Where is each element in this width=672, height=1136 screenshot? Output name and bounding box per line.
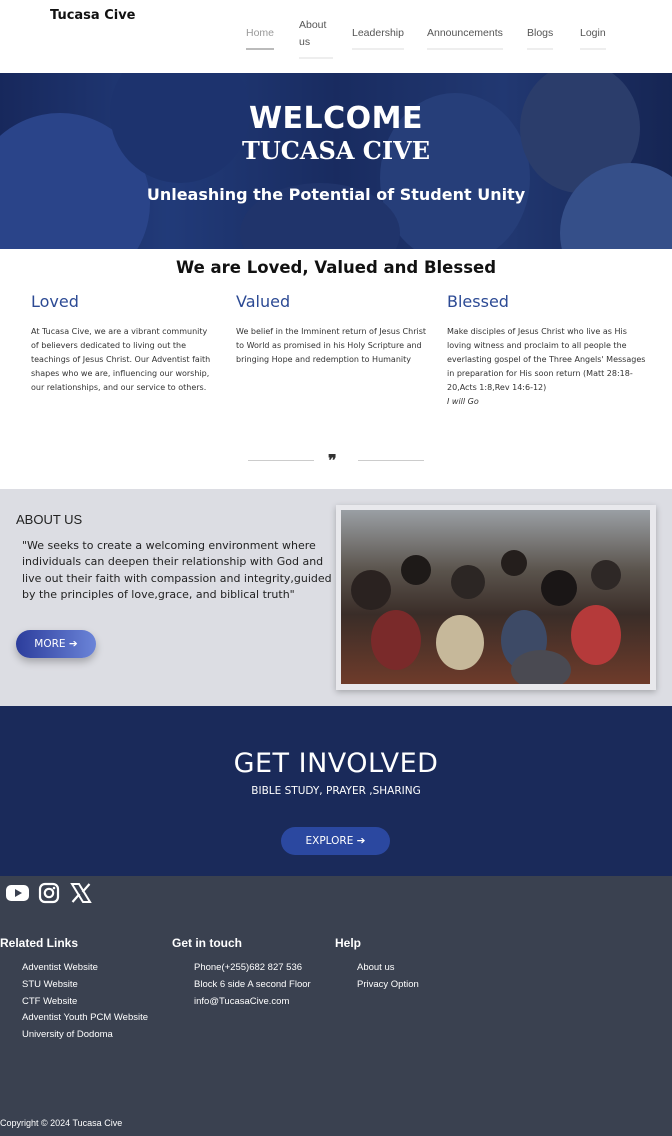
nav-about[interactable]: About us <box>299 17 333 59</box>
nav-about-label: About us <box>299 19 327 48</box>
footer-help: Help About us Privacy Option <box>335 936 419 994</box>
value-text: At Tucasa Cive, we are a vibrant communi… <box>31 327 211 392</box>
congregation-photo <box>341 510 650 684</box>
value-column-valued: Valued We belief in the Imminent return … <box>236 292 432 367</box>
value-column-loved: Loved At Tucasa Cive, we are a vibrant c… <box>31 292 217 395</box>
nav-underline <box>246 48 275 50</box>
divider-line <box>248 460 314 461</box>
nav-leadership-label: Leadership <box>352 27 404 39</box>
footer-heading: Get in touch <box>172 936 242 950</box>
get-involved-subtitle: BIBLE STUDY, PRAYER ,SHARING <box>251 785 421 797</box>
get-involved-title: GET INVOLVED <box>233 748 439 779</box>
about-title: ABOUT US <box>16 512 83 527</box>
social-links <box>6 882 92 904</box>
footer-contact-item[interactable]: info@TucasaCive.com <box>194 994 311 1011</box>
nav-announcements[interactable]: Announcements <box>427 25 503 50</box>
photo-person <box>351 570 391 610</box>
footer-link[interactable]: University of Dodoma <box>22 1027 148 1044</box>
footer-link[interactable]: STU Website <box>22 977 148 994</box>
brand-logo[interactable]: Tucasa Cive <box>50 8 136 23</box>
footer-link[interactable]: Privacy Option <box>357 977 419 994</box>
about-section: ABOUT US "We seeks to create a welcoming… <box>0 489 672 706</box>
value-text: Make disciples of Jesus Christ who live … <box>447 327 646 392</box>
value-italic-note: I will Go <box>447 397 479 406</box>
value-column-blessed: Blessed Make disciples of Jesus Christ w… <box>447 292 647 409</box>
nav-home-label: Home <box>246 27 275 39</box>
hero-title: TUCASA CIVE <box>241 136 431 165</box>
value-heading: Loved <box>31 292 79 311</box>
nav-login[interactable]: Login <box>580 25 606 50</box>
photo-person <box>436 615 484 670</box>
explore-button[interactable]: EXPLORE ➔ <box>281 827 390 855</box>
photo-person <box>511 650 571 684</box>
photo-person <box>371 610 421 670</box>
photo-person <box>451 565 485 599</box>
nav-underline <box>299 57 333 59</box>
values-heading: We are Loved, Valued and Blessed <box>175 258 497 277</box>
footer-heading: Related Links <box>0 936 79 950</box>
nav-login-label: Login <box>580 27 606 39</box>
instagram-icon[interactable] <box>38 882 60 904</box>
footer-related-links: Related Links Adventist Website STU Webs… <box>0 936 148 1044</box>
hero-tagline: Unleashing the Potential of Student Unit… <box>146 185 526 204</box>
nav-leadership[interactable]: Leadership <box>352 25 404 50</box>
footer-link[interactable]: About us <box>357 960 419 977</box>
site-header: Tucasa Cive Home About us Leadership Ann… <box>0 0 672 73</box>
photo-person <box>591 560 621 590</box>
footer-contact-item: Block 6 side A second Floor <box>194 978 311 990</box>
quote-icon: ❞ <box>328 451 337 470</box>
nav-home[interactable]: Home <box>246 25 275 50</box>
footer-link[interactable]: Adventist Website <box>22 960 148 977</box>
nav-blogs[interactable]: Blogs <box>527 25 554 50</box>
photo-person <box>401 555 431 585</box>
hero-welcome: WELCOME <box>248 101 424 136</box>
nav-underline <box>580 48 606 50</box>
site-footer: Related Links Adventist Website STU Webs… <box>0 876 672 1136</box>
footer-link[interactable]: CTF Website <box>22 994 148 1011</box>
footer-contact: Get in touch Phone(+255)682 827 536 Bloc… <box>172 936 311 1010</box>
quote-divider: ❞ <box>248 451 424 470</box>
nav-underline <box>527 48 554 50</box>
more-button[interactable]: MORE ➔ <box>16 630 96 658</box>
youtube-icon[interactable] <box>6 882 29 904</box>
nav-blogs-label: Blogs <box>527 27 554 39</box>
nav-underline <box>427 48 503 50</box>
footer-link[interactable]: Adventist Youth PCM Website <box>22 1010 148 1027</box>
get-involved-section: GET INVOLVED BIBLE STUDY, PRAYER ,SHARIN… <box>0 706 672 876</box>
divider-line <box>358 460 424 461</box>
value-text: We belief in the Imminent return of Jesu… <box>236 327 427 364</box>
copyright-text: Copyright © 2024 Tucasa Cive <box>0 1118 123 1128</box>
photo-person <box>571 605 621 665</box>
value-heading: Valued <box>236 292 291 311</box>
photo-person <box>541 570 577 606</box>
x-icon[interactable] <box>70 882 92 904</box>
footer-heading: Help <box>335 936 362 950</box>
nav-underline <box>352 48 404 50</box>
value-heading: Blessed <box>447 292 509 311</box>
hero-banner: WELCOME TUCASA CIVE Unleashing the Poten… <box>0 73 672 249</box>
nav-announcements-label: Announcements <box>427 27 503 39</box>
about-photo-frame <box>336 505 656 690</box>
footer-contact-item: Phone(+255)682 827 536 <box>194 962 303 973</box>
about-text: "We seeks to create a welcoming environm… <box>22 539 332 601</box>
photo-person <box>501 550 527 576</box>
